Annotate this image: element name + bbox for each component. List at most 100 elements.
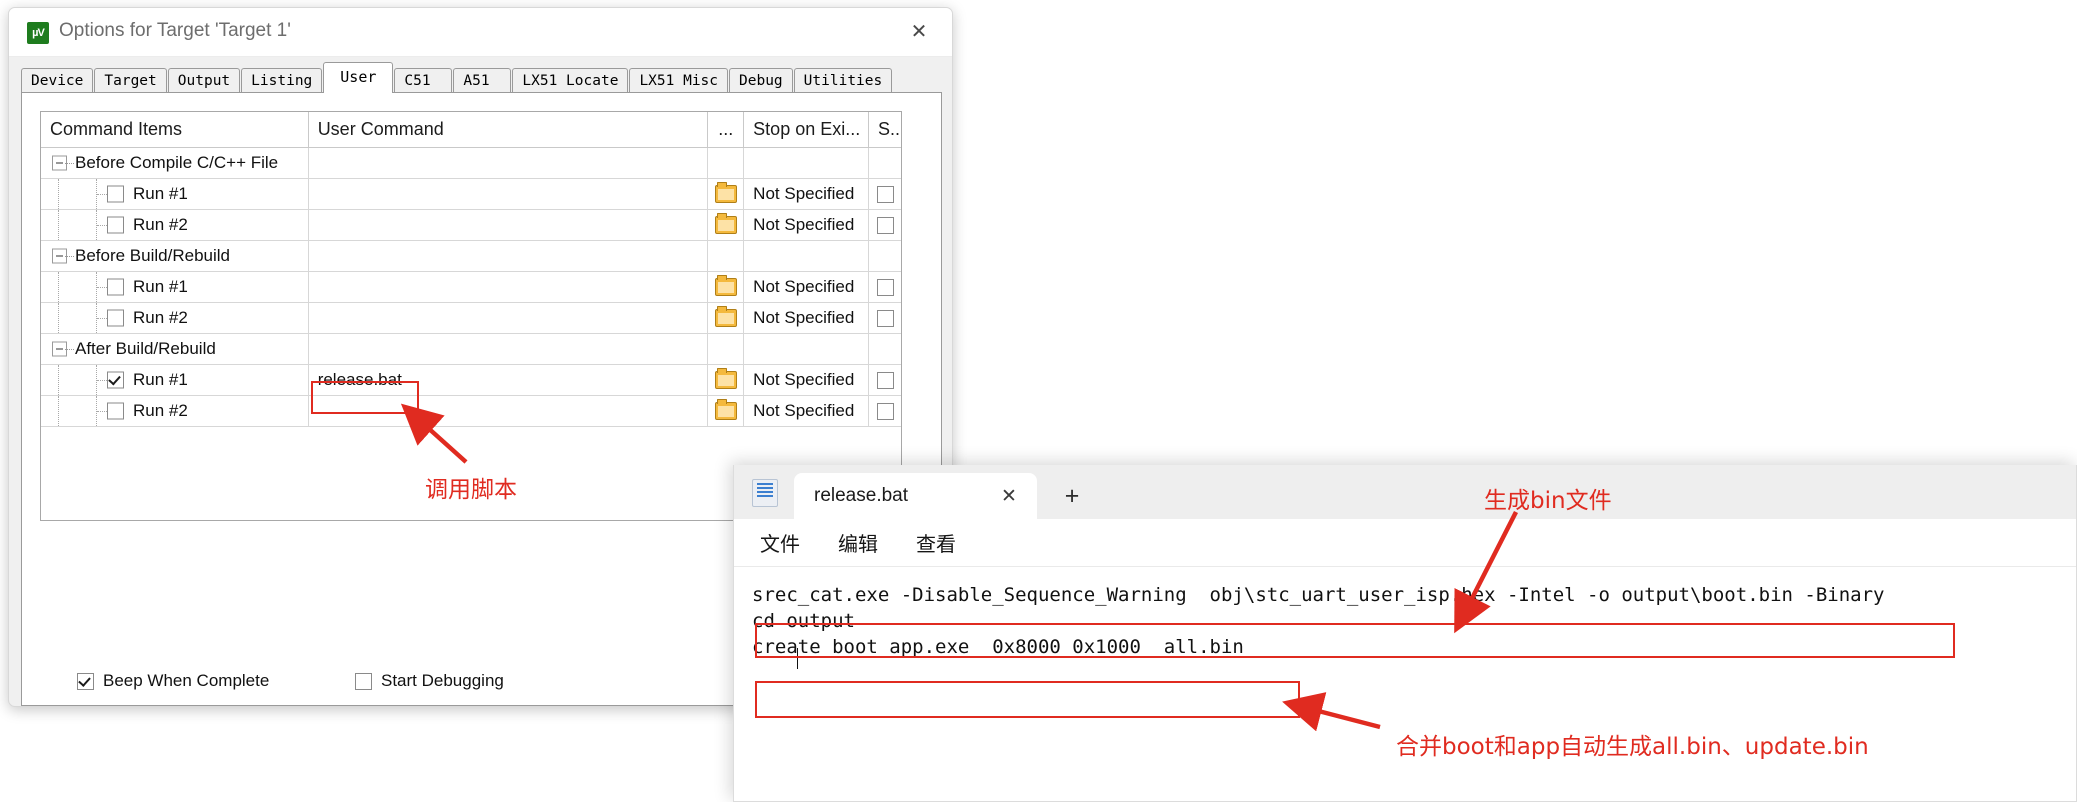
- browse-cell[interactable]: [708, 303, 745, 334]
- s-checkbox[interactable]: [876, 278, 894, 296]
- table-row[interactable]: Run #2 Not Specified: [41, 210, 901, 241]
- tab-target[interactable]: Target: [94, 68, 167, 93]
- tab-device[interactable]: Device: [21, 68, 94, 93]
- user-command-cell[interactable]: [308, 303, 709, 334]
- user-command-cell[interactable]: [308, 396, 709, 427]
- group-command-cell[interactable]: [308, 241, 709, 272]
- tab-listing[interactable]: Listing: [241, 68, 323, 93]
- s-cell[interactable]: [869, 179, 901, 210]
- menu-edit[interactable]: 编辑: [838, 528, 878, 557]
- run-label: Run #1: [133, 277, 188, 296]
- tree-connector: [97, 225, 107, 227]
- table-row[interactable]: Run #1 release.bat Not Specified: [41, 365, 901, 396]
- s-cell[interactable]: [869, 396, 901, 427]
- s-cell[interactable]: [869, 303, 901, 334]
- s-cell[interactable]: [869, 272, 901, 303]
- s-checkbox[interactable]: [876, 309, 894, 327]
- run-checkbox[interactable]: [107, 278, 124, 296]
- notepad-tab-release-bat[interactable]: release.bat ✕: [794, 473, 1037, 519]
- browse-cell[interactable]: [708, 396, 745, 427]
- tab-c51[interactable]: C51: [394, 68, 453, 93]
- folder-icon[interactable]: [714, 182, 737, 203]
- tab-output[interactable]: Output: [167, 68, 241, 93]
- s-checkbox[interactable]: [876, 402, 894, 420]
- menu-file[interactable]: 文件: [760, 528, 800, 557]
- tree-group-before-build[interactable]: Before Build/Rebuild: [41, 241, 309, 272]
- table-row[interactable]: Run #2 Not Specified: [41, 396, 901, 427]
- stop-on-exit-cell[interactable]: Not Specified: [744, 210, 870, 241]
- user-command-cell[interactable]: [308, 210, 709, 241]
- table-row[interactable]: Run #1 Not Specified: [41, 179, 901, 210]
- tree-item-before-build-run2[interactable]: Run #2: [41, 303, 309, 334]
- browse-cell[interactable]: [708, 210, 745, 241]
- tab-lx51-locate[interactable]: LX51 Locate: [512, 68, 629, 93]
- run-checkbox[interactable]: [107, 216, 124, 234]
- run-checkbox[interactable]: [107, 185, 124, 203]
- user-command-cell[interactable]: [308, 272, 709, 303]
- close-icon[interactable]: ✕: [997, 484, 1021, 508]
- dialog-titlebar: µV Options for Target 'Target 1' ✕: [9, 8, 952, 57]
- folder-icon[interactable]: [714, 213, 737, 234]
- group-command-cell[interactable]: [308, 148, 709, 179]
- run-checkbox[interactable]: [107, 309, 124, 327]
- folder-icon[interactable]: [714, 275, 737, 296]
- tab-utilities[interactable]: Utilities: [793, 68, 893, 93]
- table-row[interactable]: After Build/Rebuild: [41, 334, 901, 365]
- run-checkbox[interactable]: [107, 402, 124, 420]
- browse-cell[interactable]: [708, 179, 745, 210]
- s-checkbox[interactable]: [876, 185, 894, 203]
- tree-connector: [65, 349, 74, 351]
- table-row[interactable]: Before Compile C/C++ File: [41, 148, 901, 179]
- folder-icon[interactable]: [714, 306, 737, 327]
- start-debugging-option[interactable]: Start Debugging: [355, 671, 504, 691]
- tree-connector: [97, 287, 107, 289]
- start-debugging-checkbox[interactable]: [355, 672, 372, 690]
- s-checkbox[interactable]: [876, 216, 894, 234]
- s-checkbox[interactable]: [876, 371, 894, 389]
- tree-item-after-build-run2[interactable]: Run #2: [41, 396, 309, 427]
- tree-item-before-build-run1[interactable]: Run #1: [41, 272, 309, 303]
- group-command-cell[interactable]: [308, 334, 709, 365]
- stop-on-exit-cell[interactable]: Not Specified: [744, 396, 870, 427]
- tab-a51[interactable]: A51: [453, 68, 512, 93]
- stop-on-exit-cell[interactable]: Not Specified: [744, 303, 870, 334]
- table-row[interactable]: Run #2 Not Specified: [41, 303, 901, 334]
- tree-connector: [97, 411, 107, 413]
- tree-group-before-compile[interactable]: Before Compile C/C++ File: [41, 148, 309, 179]
- beep-when-complete-option[interactable]: Beep When Complete: [77, 671, 269, 691]
- folder-icon[interactable]: [714, 399, 737, 420]
- browse-cell[interactable]: [708, 365, 745, 396]
- s-cell[interactable]: [869, 210, 901, 241]
- browse-cell[interactable]: [708, 272, 745, 303]
- annotation-generate-bin: 生成bin文件: [1484, 488, 1612, 514]
- new-tab-icon[interactable]: +: [1059, 483, 1085, 509]
- tree-connector: [58, 303, 60, 333]
- group-label: Before Build/Rebuild: [75, 246, 230, 265]
- run-checkbox[interactable]: [107, 371, 124, 389]
- group-stop-cell: [744, 241, 870, 272]
- tab-lx51-misc[interactable]: LX51 Misc: [629, 68, 729, 93]
- start-debugging-label: Start Debugging: [381, 671, 504, 690]
- beep-when-complete-checkbox[interactable]: [77, 672, 94, 690]
- table-row[interactable]: Before Build/Rebuild: [41, 241, 901, 272]
- group-stop-cell: [744, 334, 870, 365]
- user-command-cell[interactable]: release.bat: [308, 365, 709, 396]
- tree-item-after-build-run1[interactable]: Run #1: [41, 365, 309, 396]
- s-cell[interactable]: [869, 365, 901, 396]
- run-label: Run #2: [133, 308, 188, 327]
- user-command-cell[interactable]: [308, 179, 709, 210]
- group-s-cell: [869, 241, 901, 272]
- tree-item-before-compile-run1[interactable]: Run #1: [41, 179, 309, 210]
- menu-view[interactable]: 查看: [916, 528, 956, 557]
- close-icon[interactable]: ✕: [896, 14, 942, 50]
- stop-on-exit-cell[interactable]: Not Specified: [744, 365, 870, 396]
- tree-item-before-compile-run2[interactable]: Run #2: [41, 210, 309, 241]
- tree-group-after-build[interactable]: After Build/Rebuild: [41, 334, 309, 365]
- options-tab-strip: Device Target Output Listing User C51 A5…: [21, 62, 942, 93]
- stop-on-exit-cell[interactable]: Not Specified: [744, 272, 870, 303]
- table-row[interactable]: Run #1 Not Specified: [41, 272, 901, 303]
- tab-debug[interactable]: Debug: [729, 68, 793, 93]
- stop-on-exit-cell[interactable]: Not Specified: [744, 179, 870, 210]
- tab-user[interactable]: User: [323, 62, 394, 93]
- folder-icon[interactable]: [714, 368, 737, 389]
